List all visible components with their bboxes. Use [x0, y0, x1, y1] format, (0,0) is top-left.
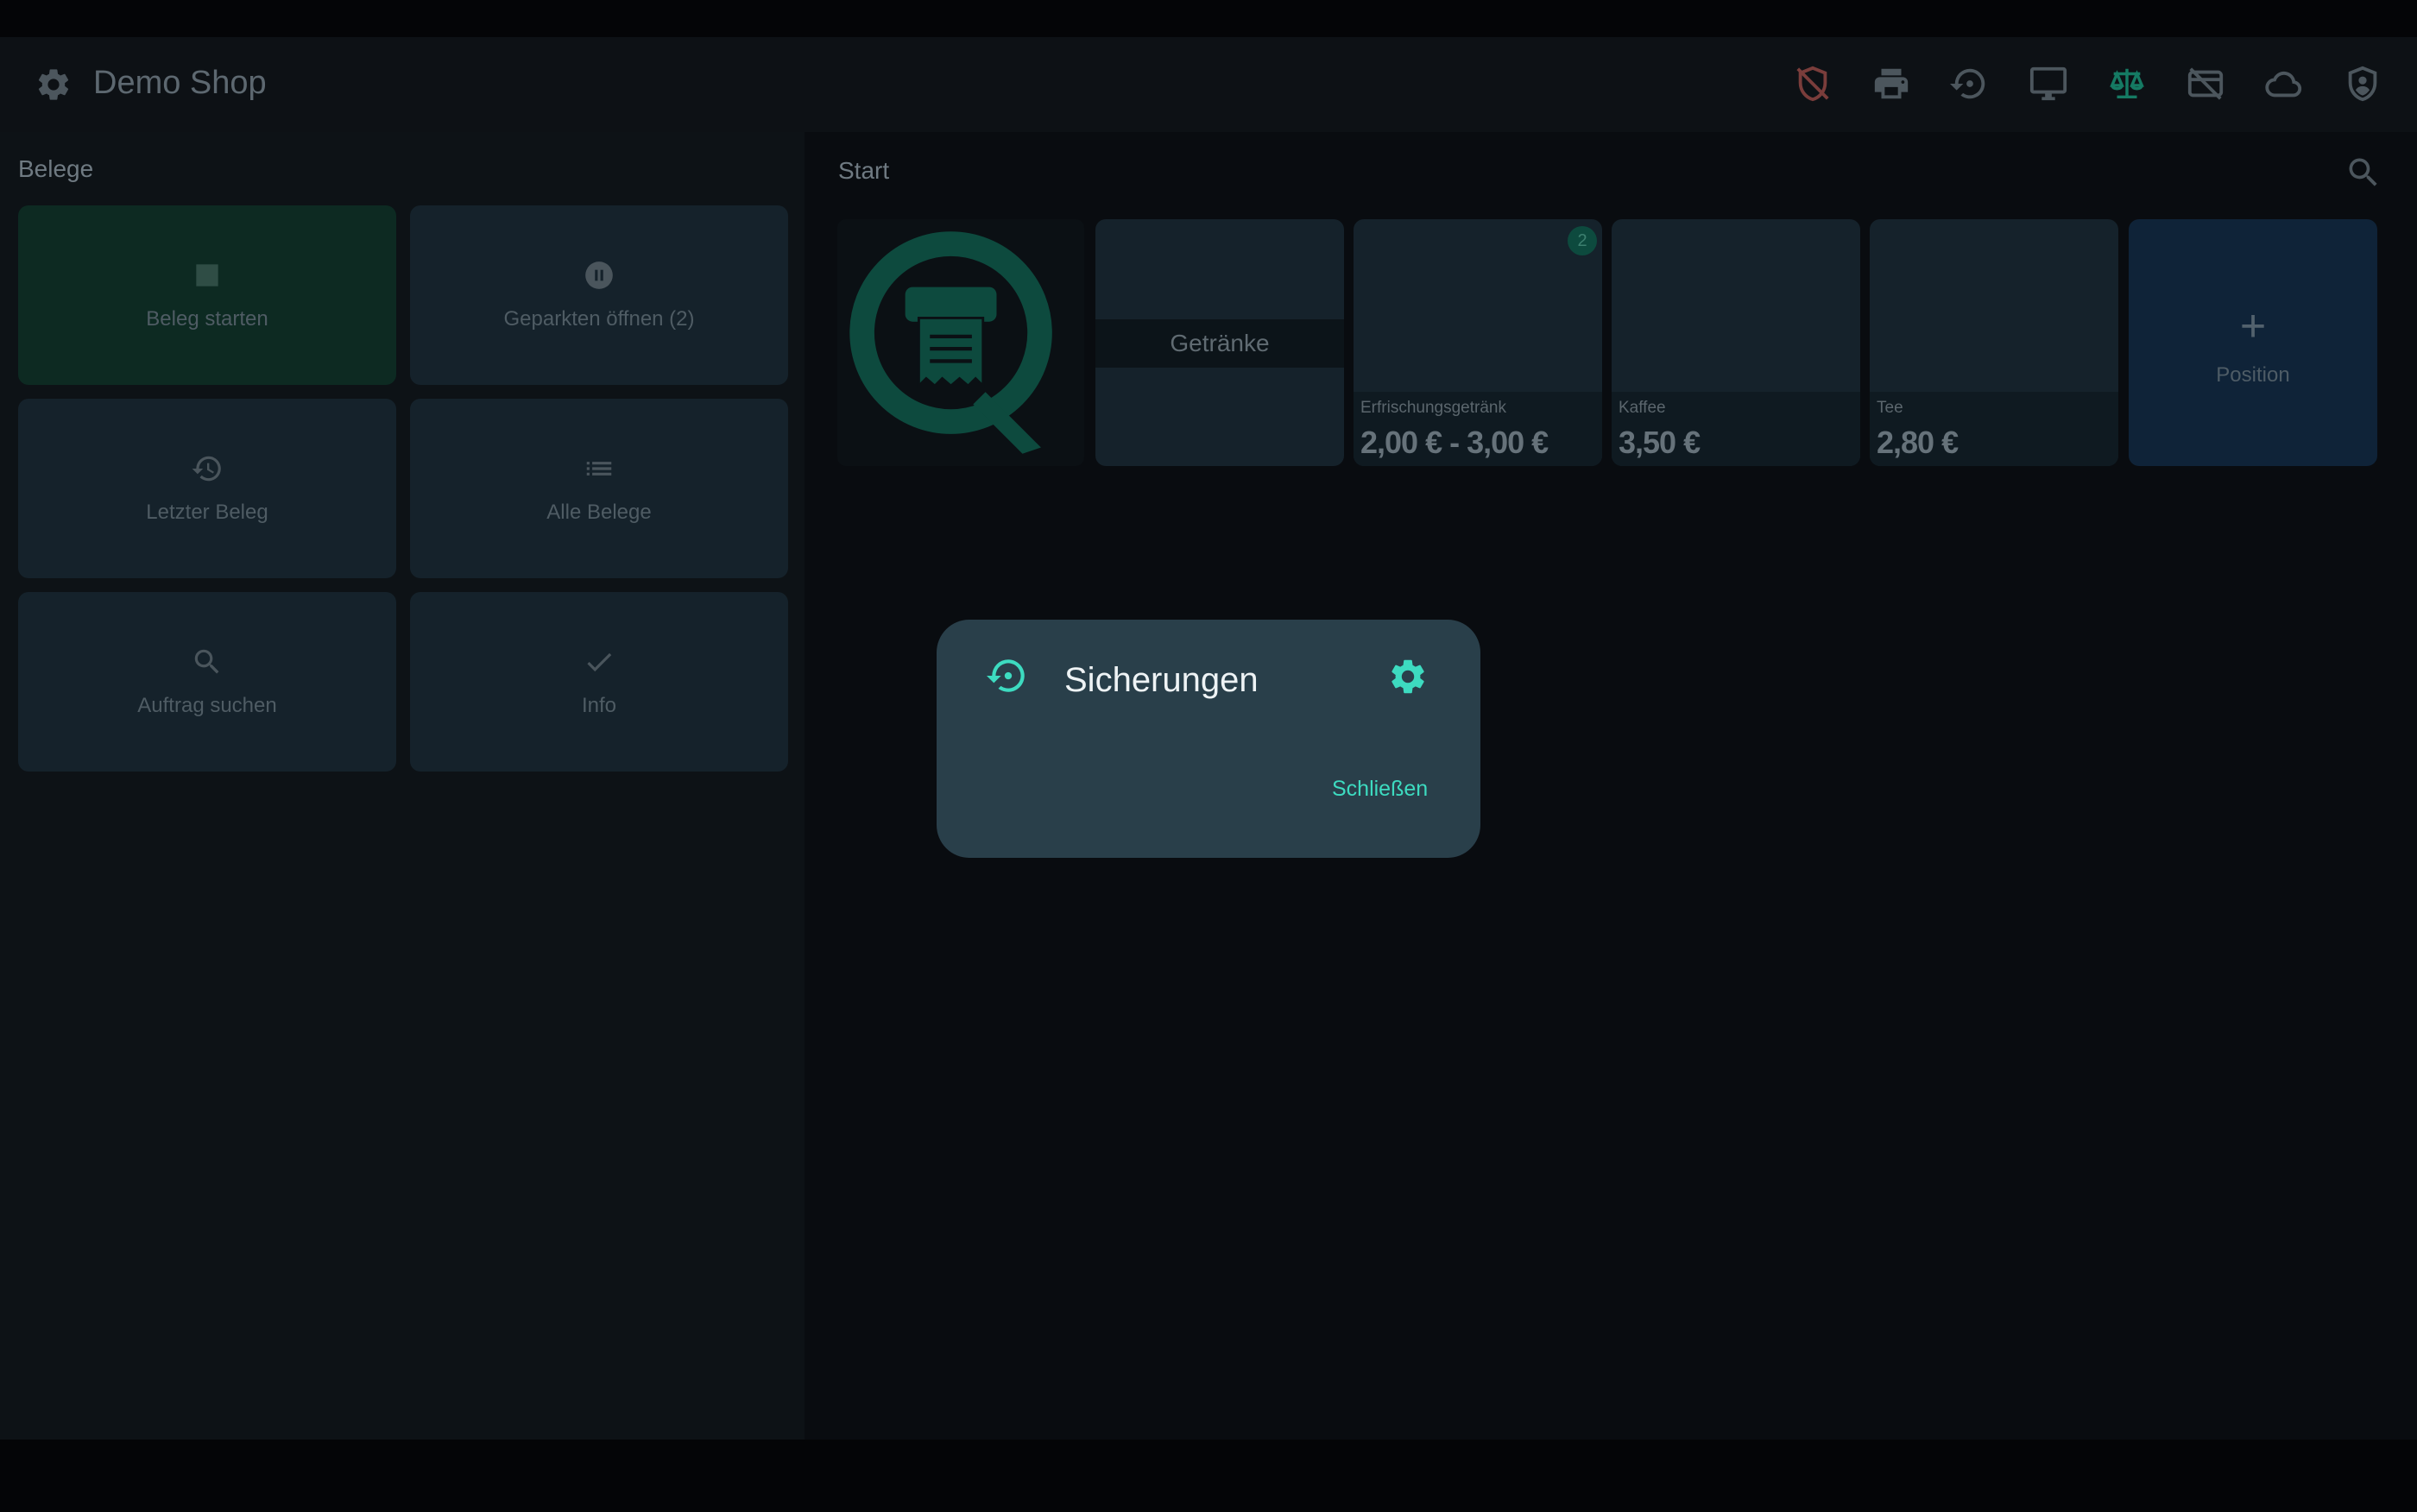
- product-card[interactable]: Kaffee 3,50 €: [1612, 219, 1860, 466]
- add-position-label: Position: [2216, 363, 2290, 387]
- product-card[interactable]: Tee 2,80 €: [1870, 219, 2118, 466]
- scale-icon[interactable]: [2107, 64, 2147, 104]
- dialog-settings-gear-icon[interactable]: [1387, 656, 1429, 697]
- open-parked-label: Geparkten öffnen (2): [503, 307, 695, 331]
- start-receipt-label: Beleg starten: [146, 307, 268, 331]
- history-icon: [191, 452, 224, 485]
- start-receipt-tile[interactable]: Beleg starten: [18, 205, 396, 385]
- search-icon: [191, 646, 224, 678]
- search-order-tile[interactable]: Auftrag suchen: [18, 592, 396, 772]
- stop-square-icon: [191, 259, 224, 292]
- close-button[interactable]: Schließen: [1332, 777, 1428, 802]
- shop-title: Demo Shop: [93, 65, 267, 101]
- backups-dialog: Sicherungen Schließen: [937, 620, 1480, 858]
- category-label: Getränke: [1095, 319, 1344, 368]
- settings-gear-icon[interactable]: [35, 66, 73, 104]
- window-bottom-strip: [0, 1440, 2417, 1512]
- pause-circle-icon: [583, 259, 615, 292]
- product-price: 3,50 €: [1619, 425, 1701, 460]
- check-icon: [583, 646, 615, 678]
- last-receipt-label: Letzter Beleg: [146, 501, 268, 524]
- product-name: Erfrischungsgetränk: [1360, 399, 1506, 417]
- search-order-label: Auftrag suchen: [137, 694, 277, 717]
- product-name: Tee: [1877, 399, 1903, 417]
- window-top-strip: [0, 0, 2417, 37]
- list-icon: [583, 452, 615, 485]
- backup-restore-icon: [987, 654, 1030, 697]
- receipts-section-title: Belege: [18, 155, 94, 182]
- card-off-icon[interactable]: [2186, 64, 2225, 104]
- shield-account-icon[interactable]: [2343, 64, 2382, 104]
- all-receipts-label: Alle Belege: [546, 501, 652, 524]
- cloud-icon[interactable]: [2264, 64, 2304, 104]
- printer-icon[interactable]: [1871, 64, 1911, 104]
- category-card-getraenke[interactable]: Getränke: [1095, 219, 1344, 466]
- dialog-title: Sicherungen: [1064, 661, 1259, 699]
- add-position-button[interactable]: + Position: [2129, 219, 2377, 466]
- all-receipts-tile[interactable]: Alle Belege: [410, 399, 788, 578]
- plus-icon: +: [2239, 301, 2267, 351]
- info-tile[interactable]: Info: [410, 592, 788, 772]
- info-label: Info: [581, 694, 617, 717]
- backup-restore-icon[interactable]: [1950, 64, 1990, 104]
- open-parked-tile[interactable]: Geparkten öffnen (2): [410, 205, 788, 385]
- shield-off-icon[interactable]: [1793, 64, 1833, 104]
- monitor-icon[interactable]: [2029, 64, 2068, 104]
- last-receipt-tile[interactable]: Letzter Beleg: [18, 399, 396, 578]
- app-logo: [837, 219, 1084, 466]
- product-price: 2,80 €: [1877, 425, 1959, 460]
- start-section-title: Start: [838, 157, 890, 184]
- search-icon[interactable]: [2344, 154, 2382, 192]
- variant-count-badge: 2: [1568, 226, 1597, 255]
- product-price: 2,00 € - 3,00 €: [1360, 425, 1549, 460]
- product-card[interactable]: 2 Erfrischungsgetränk 2,00 € - 3,00 €: [1354, 219, 1602, 466]
- product-name: Kaffee: [1619, 399, 1666, 417]
